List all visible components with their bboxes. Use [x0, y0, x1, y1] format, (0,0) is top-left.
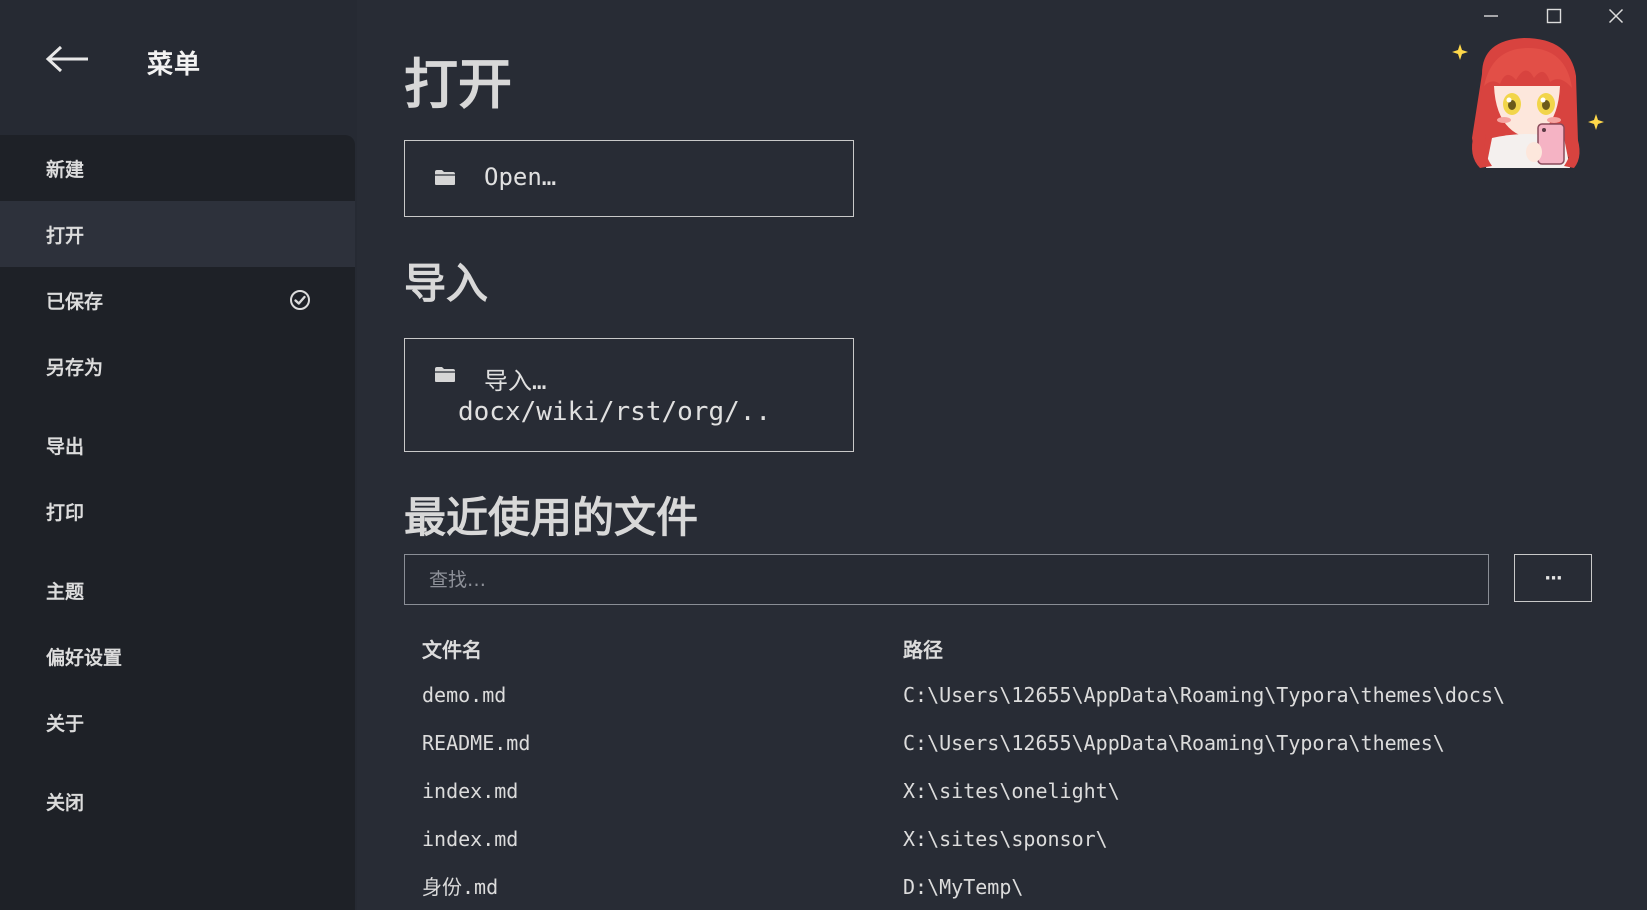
file-name: index.md — [422, 827, 519, 851]
file-path: C:\Users\12655\AppData\Roaming\Typora\th… — [903, 731, 1445, 755]
menu-item-theme[interactable]: 主题 — [0, 557, 355, 623]
close-icon — [1608, 8, 1624, 24]
sidebar-title: 菜单 — [147, 50, 202, 80]
window-maximize-button[interactable] — [1523, 0, 1585, 32]
file-name: 身份.md — [422, 875, 499, 899]
file-path: C:\Users\12655\AppData\Roaming\Typora\th… — [903, 683, 1506, 707]
menu-item-close[interactable]: 关闭 — [0, 768, 355, 834]
window-minimize-button[interactable] — [1460, 0, 1522, 32]
menu-item-open[interactable]: 打开 — [0, 201, 355, 267]
import-file-button[interactable]: 导入… docx/wiki/rst/org/.. — [404, 338, 854, 452]
menu-item-label: 新建 — [46, 158, 85, 181]
import-button-label: 导入… — [484, 367, 547, 395]
menu-item-label: 导出 — [46, 435, 85, 458]
menu-item-export[interactable]: 导出 — [0, 412, 355, 478]
import-formats-label: docx/wiki/rst/org/.. — [458, 397, 772, 427]
file-path: X:\sites\onelight\ — [903, 779, 1120, 803]
table-row[interactable]: index.md X:\sites\sponsor\ — [422, 815, 1582, 863]
menu-item-label: 主题 — [46, 580, 85, 603]
minimize-icon — [1484, 15, 1498, 17]
menu-item-new[interactable]: 新建 — [0, 135, 355, 201]
table-row[interactable]: README.md C:\Users\12655\AppData\Roaming… — [422, 719, 1582, 767]
maximize-icon — [1546, 8, 1562, 24]
folder-icon — [435, 367, 455, 382]
recent-files-heading: 最近使用的文件 — [404, 493, 699, 542]
menu-item-label: 关闭 — [46, 791, 85, 814]
menu-item-label: 另存为 — [46, 356, 104, 379]
menu-item-print[interactable]: 打印 — [0, 478, 355, 544]
menu-list: 新建 打开 已保存 另存为 导出 打印 主题 偏好设置 关于 关闭 — [0, 135, 355, 910]
column-header-filename: 文件名 — [422, 638, 482, 662]
menu-item-label: 偏好设置 — [46, 646, 123, 669]
file-name: README.md — [422, 731, 531, 755]
typora-file-menu-window: 菜单 新建 打开 已保存 另存为 导出 打印 主题 偏好设置 关于 关闭 打开 … — [0, 0, 1647, 910]
sidebar-header: 菜单 — [0, 0, 357, 135]
menu-item-about[interactable]: 关于 — [0, 689, 355, 755]
table-row[interactable]: index.md X:\sites\onelight\ — [422, 767, 1582, 815]
back-button[interactable] — [44, 44, 94, 80]
import-heading: 导入 — [404, 259, 489, 308]
file-name: index.md — [422, 779, 519, 803]
sidebar: 菜单 新建 打开 已保存 另存为 导出 打印 主题 偏好设置 关于 关闭 — [0, 0, 357, 910]
column-header-path: 路径 — [903, 638, 943, 662]
avatar — [1452, 38, 1604, 168]
menu-item-saved[interactable]: 已保存 — [0, 267, 355, 333]
open-heading: 打开 — [404, 53, 512, 116]
menu-item-preferences[interactable]: 偏好设置 — [0, 623, 355, 689]
menu-item-save-as[interactable]: 另存为 — [0, 333, 355, 399]
menu-item-label: 打开 — [46, 224, 85, 247]
menu-item-label: 已保存 — [46, 290, 104, 313]
window-close-button[interactable] — [1585, 0, 1647, 32]
open-file-button[interactable]: Open… — [404, 140, 854, 217]
open-button-label: Open… — [484, 163, 557, 191]
menu-item-label: 打印 — [46, 501, 85, 524]
file-path: D:\MyTemp\ — [903, 875, 1024, 899]
file-name: demo.md — [422, 683, 507, 707]
arrow-left-icon — [45, 45, 88, 73]
folder-icon — [435, 170, 455, 185]
more-options-button[interactable]: ··· — [1514, 554, 1592, 602]
check-circle-icon — [290, 290, 310, 310]
search-input[interactable] — [404, 554, 1489, 605]
table-row[interactable]: demo.md C:\Users\12655\AppData\Roaming\T… — [422, 671, 1582, 719]
menu-item-label: 关于 — [46, 712, 85, 735]
table-row[interactable]: 身份.md D:\MyTemp\ — [422, 863, 1582, 910]
file-path: X:\sites\sponsor\ — [903, 827, 1108, 851]
